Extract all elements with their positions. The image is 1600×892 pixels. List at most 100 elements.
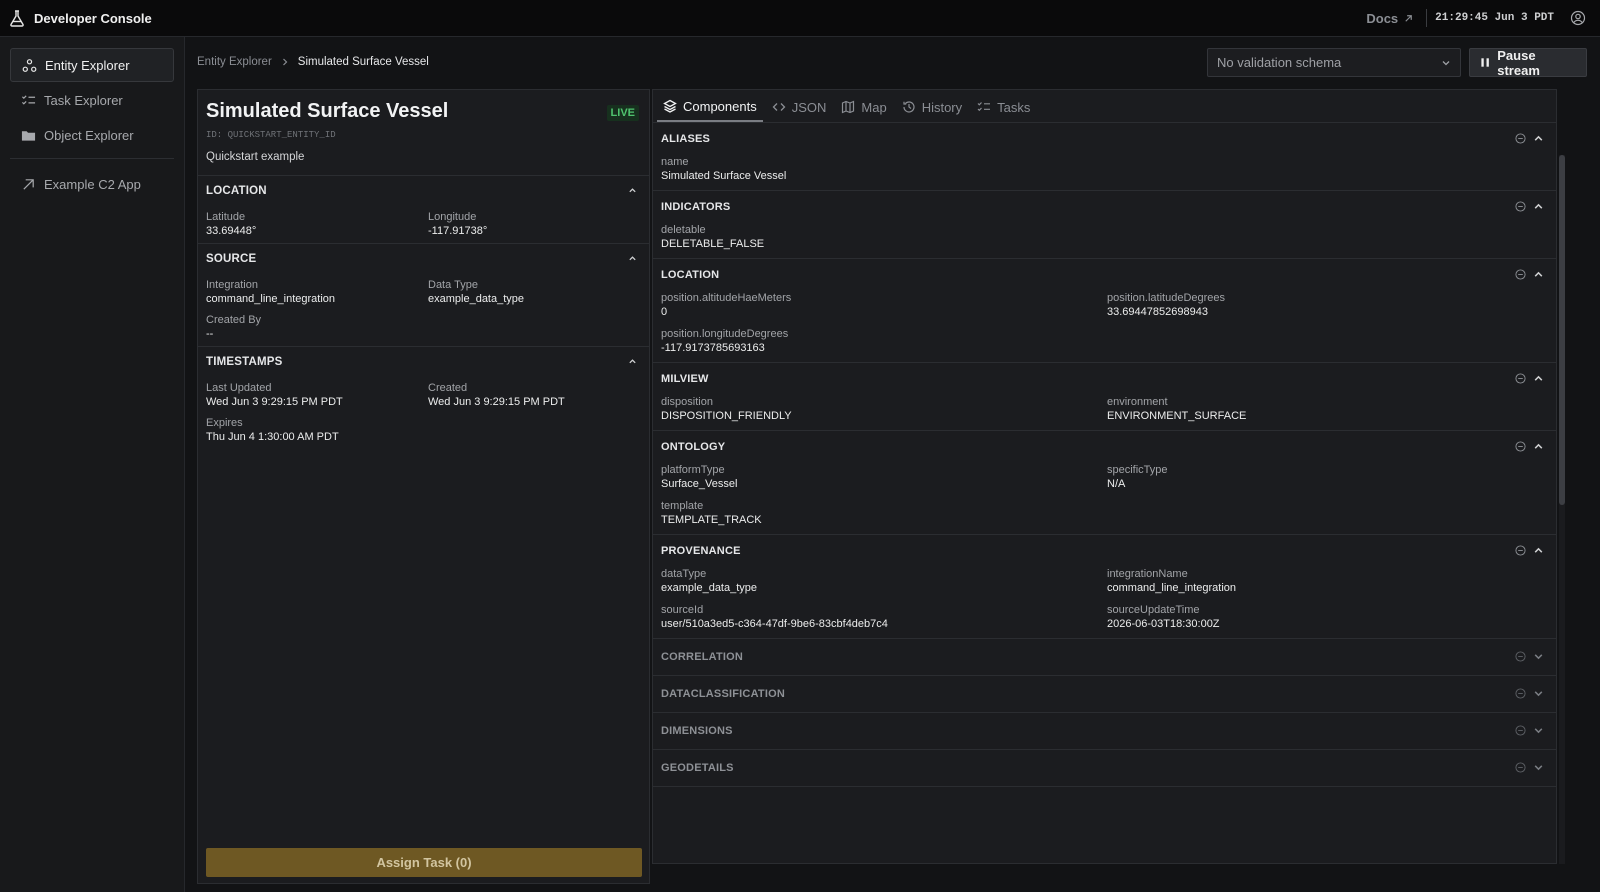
live-status-badge: LIVE xyxy=(606,105,639,121)
remove-circle-icon[interactable] xyxy=(1515,651,1526,662)
history-icon xyxy=(903,101,915,113)
tab-label: Components xyxy=(683,98,757,114)
field-label: disposition xyxy=(661,396,713,408)
remove-circle-icon[interactable] xyxy=(1515,545,1526,556)
section-header[interactable]: GEODETAILS xyxy=(661,750,1548,786)
chevron-up-icon[interactable] xyxy=(1533,373,1544,384)
sidebar-item-label: Entity Explorer xyxy=(45,57,130,73)
section-header[interactable]: DATACLASSIFICATION xyxy=(661,676,1548,712)
field-label: platformType xyxy=(661,464,725,476)
tab-components[interactable]: Components xyxy=(657,92,763,122)
field-value: command_line_integration xyxy=(206,293,336,305)
sidebar-item-example-c2-app[interactable]: Example C2 App xyxy=(10,167,174,201)
tab-label: Tasks xyxy=(997,99,1031,115)
component-indicators: INDICATORS deletable DELETABLE_FALSE xyxy=(653,191,1556,259)
field-created: Created Wed Jun 3 9:29:15 PM PDT xyxy=(428,382,641,408)
sidebar: Entity Explorer Task Explorer Object Exp… xyxy=(0,37,185,892)
section-header[interactable]: DIMENSIONS xyxy=(661,713,1548,749)
app-title: Developer Console xyxy=(34,10,152,26)
sidebar-item-entity-explorer[interactable]: Entity Explorer xyxy=(10,48,174,82)
divider xyxy=(1426,9,1428,27)
remove-circle-icon[interactable] xyxy=(1515,762,1526,773)
field-last-updated: Last Updated Wed Jun 3 9:29:15 PM PDT xyxy=(206,382,428,408)
remove-circle-icon[interactable] xyxy=(1515,725,1526,736)
remove-circle-icon[interactable] xyxy=(1515,441,1526,452)
field-value: -117.91738° xyxy=(428,225,488,237)
chevron-down-icon[interactable] xyxy=(1533,651,1544,662)
chevron-up-icon[interactable] xyxy=(628,254,637,263)
section-header[interactable]: PROVENANCE xyxy=(661,535,1548,566)
remove-circle-icon[interactable] xyxy=(1515,688,1526,699)
section-header[interactable]: LOCATION xyxy=(206,176,641,205)
section-header[interactable]: TIMESTAMPS xyxy=(206,347,641,376)
assign-task-button[interactable]: Assign Task (0) xyxy=(206,848,642,877)
chevron-up-icon[interactable] xyxy=(1533,133,1544,144)
field-label: dataType xyxy=(661,568,707,580)
entity-description: Quickstart example xyxy=(206,151,305,163)
scrollbar-thumb[interactable] xyxy=(1559,155,1565,505)
tab-tasks[interactable]: Tasks xyxy=(971,92,1036,122)
entity-section-timestamps: TIMESTAMPS Last Updated Wed Jun 3 9:29:15… xyxy=(198,347,649,449)
sidebar-item-object-explorer[interactable]: Object Explorer xyxy=(10,118,174,152)
tab-map[interactable]: Map xyxy=(835,92,892,122)
task-list-icon xyxy=(21,94,36,105)
chevron-down-icon[interactable] xyxy=(1533,688,1544,699)
user-account-icon[interactable] xyxy=(1570,10,1586,26)
section-header[interactable]: ONTOLOGY xyxy=(661,431,1548,462)
tab-label: History xyxy=(921,99,963,115)
sidebar-item-task-explorer[interactable]: Task Explorer xyxy=(10,83,174,117)
section-header[interactable]: LOCATION xyxy=(661,259,1548,290)
main-area: Entity Explorer Simulated Surface Vessel… xyxy=(185,37,1600,892)
field-disposition: disposition DISPOSITION_FRIENDLY xyxy=(661,396,1107,422)
tab-history[interactable]: History xyxy=(896,92,968,122)
section-header[interactable]: INDICATORS xyxy=(661,191,1548,222)
section-header[interactable]: SOURCE xyxy=(206,244,641,273)
chevron-up-icon[interactable] xyxy=(1533,441,1544,452)
component-ontology: ONTOLOGY platformType Surface_Vessel spec… xyxy=(653,431,1556,535)
field-label: Data Type xyxy=(428,279,478,291)
chevron-down-icon[interactable] xyxy=(1533,725,1544,736)
chevron-up-icon[interactable] xyxy=(628,186,637,195)
chevron-up-icon[interactable] xyxy=(628,357,637,366)
chevron-up-icon[interactable] xyxy=(1533,201,1544,212)
field-label: template xyxy=(661,500,704,512)
remove-circle-icon[interactable] xyxy=(1515,133,1526,144)
section-header[interactable]: ALIASES xyxy=(661,123,1548,154)
remove-circle-icon[interactable] xyxy=(1515,373,1526,384)
field-integration: Integration command_line_integration xyxy=(206,279,428,305)
app-brand[interactable]: Developer Console xyxy=(0,9,152,27)
schema-select-value: No validation schema xyxy=(1217,55,1342,70)
chevron-down-icon[interactable] xyxy=(1533,762,1544,773)
section-title: TIMESTAMPS xyxy=(206,355,283,368)
field-value: command_line_integration xyxy=(1107,582,1237,594)
validation-schema-select[interactable]: No validation schema xyxy=(1207,48,1461,77)
remove-circle-icon[interactable] xyxy=(1515,201,1526,212)
chevron-up-icon[interactable] xyxy=(1533,269,1544,280)
field-latitude-degrees: position.latitudeDegrees 33.6944785269894… xyxy=(1107,292,1548,318)
field-value: example_data_type xyxy=(428,293,525,305)
field-label: name xyxy=(661,156,689,168)
tab-json[interactable]: JSON xyxy=(766,92,833,122)
pause-stream-label: Pause stream xyxy=(1497,47,1540,78)
breadcrumb-parent-link[interactable]: Entity Explorer xyxy=(197,56,272,68)
component-provenance: PROVENANCE dataType example_data_type int… xyxy=(653,535,1556,639)
entity-header: Simulated Surface Vessel LIVE ID: QUICKS… xyxy=(198,90,649,176)
remove-circle-icon[interactable] xyxy=(1515,269,1526,280)
docs-link[interactable]: Docs xyxy=(1366,11,1426,26)
entity-title: Simulated Surface Vessel xyxy=(206,100,449,122)
section-header[interactable]: MILVIEW xyxy=(661,363,1548,394)
detail-tabs: Components JSON Map History Tasks xyxy=(653,90,1556,123)
component-location: LOCATION position.altitudeHaeMeters 0 pos… xyxy=(653,259,1556,363)
tab-label: Map xyxy=(861,99,887,115)
pause-stream-button[interactable]: Pause stream xyxy=(1469,47,1587,78)
chevron-up-icon[interactable] xyxy=(1533,545,1544,556)
field-latitude: Latitude 33.69448° xyxy=(206,211,428,237)
task-list-icon xyxy=(977,102,991,112)
field-label: Created By xyxy=(206,314,262,326)
field-longitude-degrees: position.longitudeDegrees -117.9173785693… xyxy=(661,328,1107,354)
field-label: environment xyxy=(1107,396,1168,408)
field-value: Simulated Surface Vessel xyxy=(661,170,787,182)
section-header[interactable]: CORRELATION xyxy=(661,639,1548,675)
components-panel: Components JSON Map History Tasks ALIASE… xyxy=(652,89,1557,864)
field-created-by: Created By -- xyxy=(206,314,428,340)
